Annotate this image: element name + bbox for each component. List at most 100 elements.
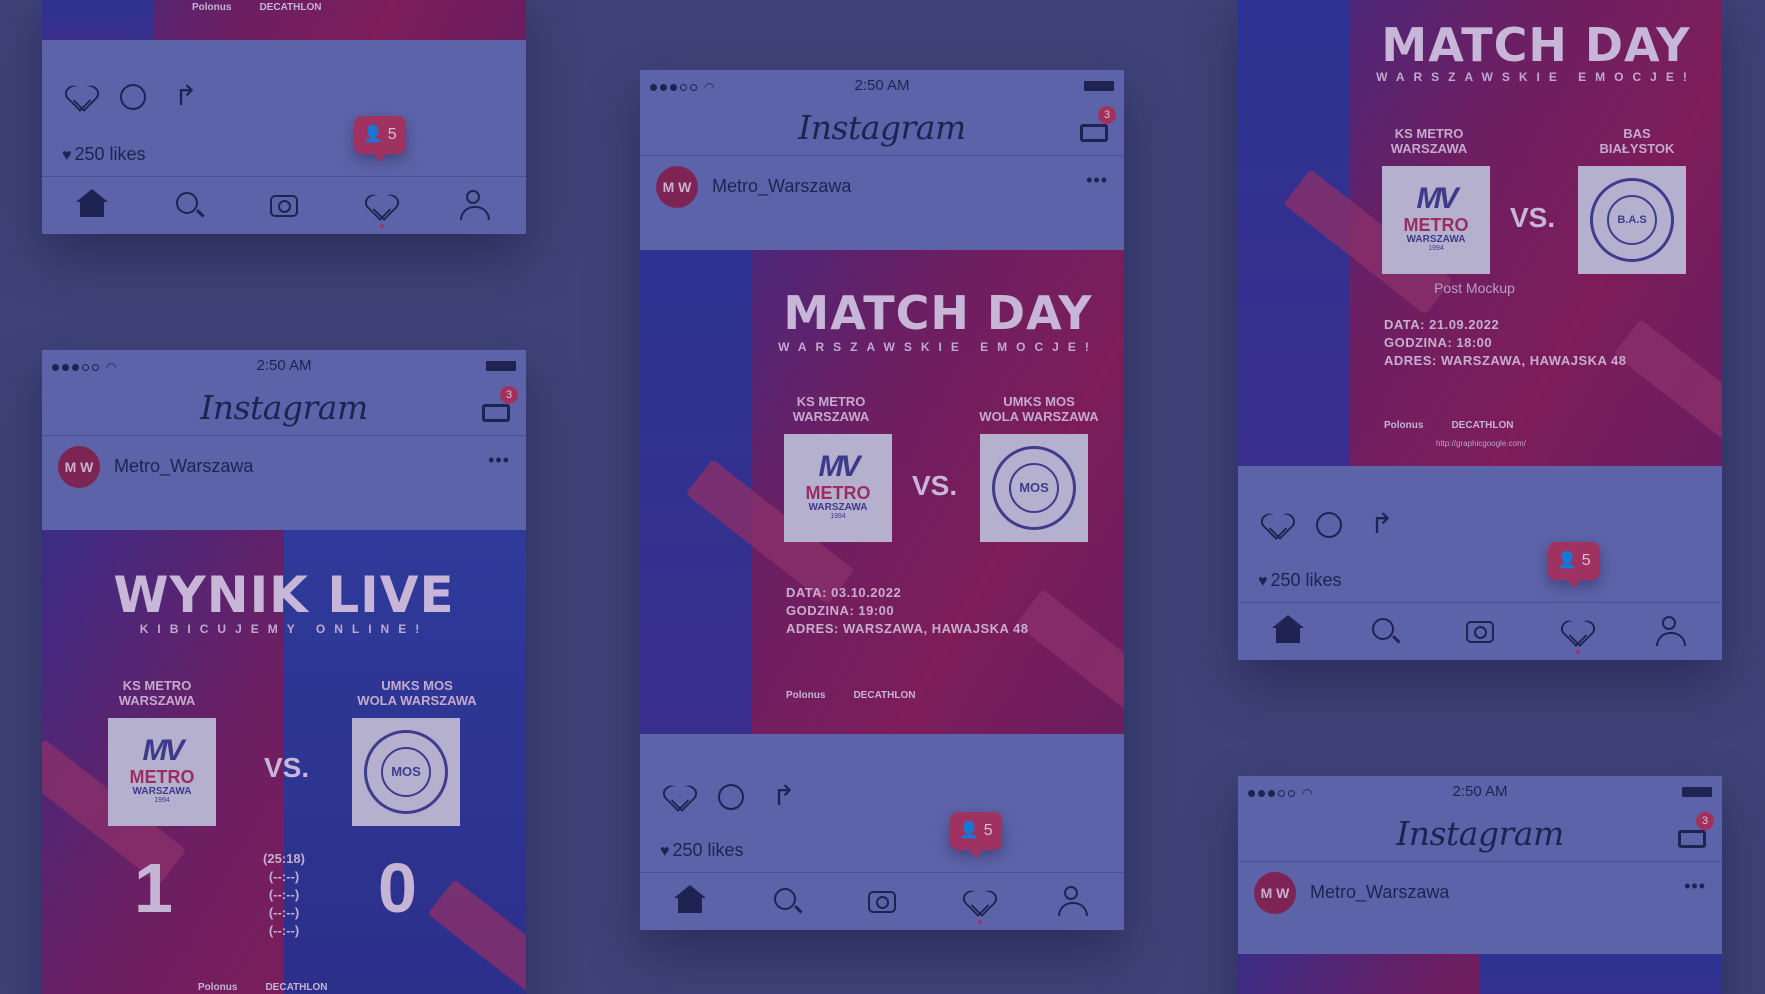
tab-camera[interactable] [268, 189, 300, 221]
post-image[interactable]: WYNIK LIVE KIBICUJEMY ONLINE! KS METRO WA… [42, 530, 526, 994]
home-team-logo: MV METRO WARSZAWA 1994 [108, 718, 216, 826]
tab-camera[interactable] [1464, 615, 1496, 647]
like-button[interactable] [1260, 508, 1294, 542]
more-options-button[interactable]: ••• [1086, 170, 1108, 191]
username[interactable]: Metro_Warszawa [712, 176, 851, 197]
like-button[interactable] [662, 780, 696, 814]
post-subtitle: WARSZAWSKIE EMOCJE! [778, 340, 1098, 354]
share-button[interactable]: ↱ [766, 780, 800, 814]
tab-profile[interactable] [460, 189, 492, 221]
likes-count[interactable]: ♥ 250 likes [1258, 570, 1342, 591]
likes-label: 250 likes [672, 840, 744, 860]
likes-count[interactable]: ♥ 250 likes [660, 840, 744, 861]
tab-home[interactable] [1272, 615, 1304, 647]
sponsor-row: Polonus DECATHLON [1384, 420, 1513, 431]
search-icon [176, 192, 198, 214]
bottom-tab-bar [1238, 602, 1722, 660]
metro-year: 1994 [154, 797, 170, 804]
share-button[interactable]: ↱ [1364, 508, 1398, 542]
activity-notification[interactable]: 👤 5 [354, 116, 406, 162]
notification-count: 5 [1581, 552, 1591, 569]
mos-mark: MOS [381, 747, 431, 797]
metro-name: METRO [1403, 215, 1469, 235]
comment-button[interactable] [1312, 508, 1346, 542]
versus-label: VS. [912, 470, 958, 501]
ticket-decoration [1613, 319, 1722, 465]
away-team-line-2: WOLA WARSZAWA [357, 693, 477, 708]
tab-camera[interactable] [866, 885, 898, 917]
battery-icon [1682, 787, 1712, 797]
tab-profile[interactable] [1656, 615, 1688, 647]
instagram-header: Instagram 3 [42, 380, 526, 436]
post-image[interactable]: MATCH DAY WARSZAWSKIE EMOCJE! KS METRO WA… [1238, 0, 1722, 466]
more-options-button[interactable]: ••• [488, 450, 510, 471]
status-time: 2:50 AM [1452, 783, 1508, 800]
away-score: 0 [378, 849, 417, 927]
instagram-header: Instagram 3 [640, 100, 1124, 156]
more-options-button[interactable]: ••• [1684, 876, 1706, 897]
instagram-logo: Instagram [1396, 814, 1564, 853]
comment-icon [120, 84, 146, 110]
comment-button[interactable] [714, 780, 748, 814]
post-image-partial[interactable] [1238, 954, 1722, 994]
metro-mark: MV [1416, 182, 1459, 215]
away-team-line-1: UMKS MOS [1003, 394, 1075, 409]
likes-label: 250 likes [74, 144, 146, 164]
metro-name: METRO [805, 483, 871, 503]
post-image-partial[interactable]: Polonus DECATHLON [42, 0, 526, 40]
active-tab-indicator [380, 224, 384, 228]
username[interactable]: Metro_Warszawa [1310, 882, 1449, 903]
comment-button[interactable] [116, 80, 150, 114]
inbox-count: 3 [1696, 812, 1714, 830]
bottom-tab-bar [640, 872, 1124, 930]
tab-home[interactable] [674, 885, 706, 917]
likes-count[interactable]: ♥ 250 likes [62, 144, 146, 165]
post-card-match-day-bas: MATCH DAY WARSZAWSKIE EMOCJE! KS METRO WA… [1238, 0, 1722, 660]
search-icon [1372, 618, 1394, 640]
avatar[interactable]: M W [656, 166, 698, 208]
username[interactable]: Metro_Warszawa [114, 456, 253, 477]
heart-filled-icon: ♥ [660, 843, 670, 860]
camera-icon [868, 891, 896, 913]
home-team-logo: MV METRO WARSZAWA 1994 [784, 434, 892, 542]
post-image[interactable]: MATCH DAY WARSZAWSKIE EMOCJE! KS METRO WA… [640, 250, 1124, 734]
tab-home[interactable] [76, 189, 108, 221]
sponsor-polonus: Polonus [1384, 420, 1424, 431]
post-card-wynik-live: ◠ 2:50 AM Instagram 3 M W Metro_Warszawa… [42, 350, 526, 994]
home-team-line-2: WARSZAWA [792, 409, 870, 424]
set-scores: (25:18) (--:--) (--:--) (--:--) (--:--) [254, 850, 314, 940]
avatar[interactable]: M W [58, 446, 100, 488]
sponsor-row: Polonus DECATHLON [198, 982, 327, 993]
activity-notification[interactable]: 👤 5 [1548, 542, 1600, 588]
status-bar: ◠ 2:50 AM [42, 350, 526, 380]
activity-notification[interactable]: 👤 5 [950, 812, 1002, 858]
post-actions: ↱ [42, 68, 526, 126]
like-button[interactable] [64, 80, 98, 114]
tab-activity[interactable] [962, 885, 994, 917]
tab-activity[interactable] [364, 189, 396, 221]
inbox-button[interactable]: 3 [482, 386, 518, 422]
metro-city: WARSZAWA [1406, 234, 1466, 245]
heart-icon [666, 786, 692, 810]
inbox-button[interactable]: 3 [1080, 106, 1116, 142]
comment-icon [1316, 512, 1342, 538]
tab-profile[interactable] [1058, 885, 1090, 917]
sponsor-decathlon: DECATHLON [265, 982, 328, 993]
tab-search[interactable] [1368, 615, 1400, 647]
comment-icon [718, 784, 744, 810]
notification-count: 5 [387, 126, 397, 143]
tab-activity[interactable] [1560, 615, 1592, 647]
inbox-count: 3 [1098, 106, 1116, 124]
home-team-logo: MV METRO WARSZAWA 1994 [1382, 166, 1490, 274]
tab-search[interactable] [770, 885, 802, 917]
avatar[interactable]: M W [1254, 872, 1296, 914]
inbox-button[interactable]: 3 [1678, 812, 1714, 848]
source-url: http://graphicgoogle.com/ [1436, 439, 1526, 448]
mos-mark: MOS [1009, 463, 1059, 513]
away-team-line-1: UMKS MOS [381, 678, 453, 693]
metro-city: WARSZAWA [132, 786, 192, 797]
metro-year: 1994 [1428, 245, 1444, 252]
share-button[interactable]: ↱ [168, 80, 202, 114]
sponsor-decathlon: DECATHLON [1451, 420, 1514, 431]
tab-search[interactable] [172, 189, 204, 221]
